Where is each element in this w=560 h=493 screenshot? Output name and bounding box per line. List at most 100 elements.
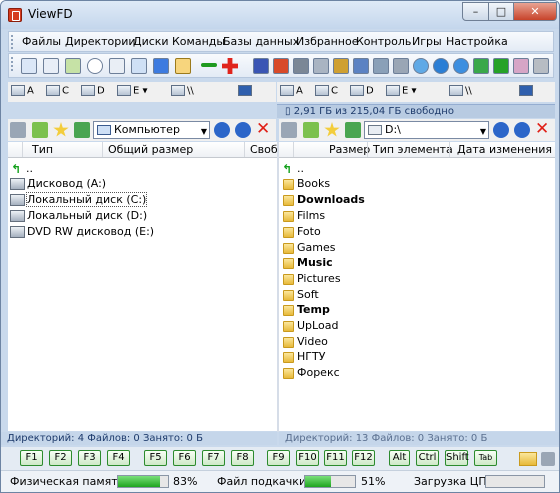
- menu-grip[interactable]: [11, 35, 14, 49]
- list-item[interactable]: Pictures: [281, 271, 551, 287]
- list-item[interactable]: UpLoad: [281, 318, 551, 334]
- back-icon[interactable]: [493, 122, 509, 138]
- close-tab-icon[interactable]: ✕: [535, 121, 551, 138]
- list-item[interactable]: Soft: [281, 287, 551, 303]
- ie-icon[interactable]: [433, 58, 449, 74]
- up-dir-icon[interactable]: [303, 122, 319, 138]
- title-bar[interactable]: ViewFD – □ ✕: [1, 1, 559, 29]
- f12-button[interactable]: F12: [352, 450, 375, 466]
- puzzle-icon[interactable]: [493, 58, 509, 74]
- left-drive-desktop[interactable]: [238, 85, 254, 100]
- shift-button[interactable]: Shift: [445, 450, 469, 466]
- close-button[interactable]: ✕: [513, 2, 557, 21]
- up-dir-icon[interactable]: [32, 122, 48, 138]
- minus-icon[interactable]: [201, 63, 217, 67]
- drive-icon[interactable]: [373, 58, 389, 74]
- f6-button[interactable]: F6: [173, 450, 196, 466]
- menu-files[interactable]: Файлы: [22, 35, 61, 48]
- thumbnails-icon[interactable]: [65, 58, 81, 74]
- star-icon[interactable]: [324, 122, 340, 137]
- media-icon[interactable]: [453, 58, 469, 74]
- network-icon[interactable]: [473, 58, 489, 74]
- right-drive-d[interactable]: D: [350, 85, 374, 100]
- menu-games[interactable]: Игры: [412, 35, 442, 48]
- list-item[interactable]: Локальный диск (D:): [10, 208, 270, 224]
- camera-icon[interactable]: [393, 58, 409, 74]
- right-drive-network[interactable]: \\: [449, 85, 472, 100]
- calculator-icon[interactable]: [533, 58, 549, 74]
- f2-button[interactable]: F2: [49, 450, 72, 466]
- list-item[interactable]: Temp: [281, 302, 551, 318]
- list-item[interactable]: Foto: [281, 224, 551, 240]
- back-icon[interactable]: [214, 122, 230, 138]
- quickview-icon[interactable]: [109, 58, 125, 74]
- tab-button[interactable]: Tab: [474, 450, 497, 466]
- col-date-modified[interactable]: Дата изменения: [457, 143, 552, 156]
- right-path-combo[interactable]: D:\ ▼: [364, 121, 489, 139]
- star-icon[interactable]: [53, 122, 69, 137]
- menu-favorites[interactable]: Избранное: [296, 35, 358, 48]
- col-total-size[interactable]: Общий размер: [108, 143, 193, 156]
- list-item[interactable]: Downloads: [281, 192, 551, 208]
- view-list-icon[interactable]: [21, 58, 37, 74]
- f7-button[interactable]: F7: [202, 450, 225, 466]
- col-item-type[interactable]: Тип элемента: [373, 143, 453, 156]
- f1-button[interactable]: F1: [20, 450, 43, 466]
- list-item[interactable]: Форекс: [281, 365, 551, 381]
- list-item-parent[interactable]: ↰..: [281, 161, 551, 177]
- f5-button[interactable]: F5: [144, 450, 167, 466]
- paint-icon[interactable]: [175, 58, 191, 74]
- alt-button[interactable]: Alt: [389, 450, 410, 466]
- f11-button[interactable]: F11: [324, 450, 347, 466]
- list-item[interactable]: Music: [281, 255, 551, 271]
- bulb-icon[interactable]: [87, 58, 103, 74]
- right-drive-e[interactable]: E ▾: [386, 85, 417, 100]
- copy-icon[interactable]: [541, 452, 555, 466]
- forward-icon[interactable]: [235, 122, 251, 138]
- right-drive-a[interactable]: A: [280, 85, 303, 100]
- left-drive-d[interactable]: D: [81, 85, 105, 100]
- refresh-icon[interactable]: [345, 122, 361, 138]
- list-item-parent[interactable]: ↰..: [10, 161, 270, 177]
- toolbar-grip[interactable]: [11, 57, 14, 71]
- menu-commands[interactable]: Команды: [172, 35, 225, 48]
- view-details-icon[interactable]: [43, 58, 59, 74]
- globe-icon[interactable]: [413, 58, 429, 74]
- list-item[interactable]: DVD RW дисковод (E:): [10, 224, 270, 240]
- f9-button[interactable]: F9: [267, 450, 290, 466]
- drive-select-icon[interactable]: [10, 122, 26, 138]
- menu-directories[interactable]: Директории: [65, 35, 136, 48]
- menu-databases[interactable]: Базы данных: [223, 35, 299, 48]
- menu-control[interactable]: Контроль: [356, 35, 411, 48]
- drive-select-icon[interactable]: [281, 122, 297, 138]
- list-item[interactable]: Books: [281, 176, 551, 192]
- col-size[interactable]: Размер: [329, 143, 370, 156]
- list-item[interactable]: Video: [281, 334, 551, 350]
- left-drive-e[interactable]: E ▾: [117, 85, 148, 100]
- list-item[interactable]: Дисковод (A:): [10, 176, 270, 192]
- bold-icon[interactable]: [153, 58, 169, 74]
- list-item[interactable]: Локальный диск (C:): [10, 192, 270, 208]
- close-tab-icon[interactable]: ✕: [256, 121, 272, 138]
- minimize-button[interactable]: –: [462, 2, 489, 21]
- f4-button[interactable]: F4: [107, 450, 130, 466]
- film-icon[interactable]: [273, 58, 289, 74]
- col-type[interactable]: Тип: [32, 143, 53, 156]
- list-item[interactable]: НГТУ: [281, 349, 551, 365]
- right-drive-c[interactable]: C: [315, 85, 338, 100]
- disk-icon[interactable]: [353, 58, 369, 74]
- cd-icon[interactable]: [313, 58, 329, 74]
- archive-icon[interactable]: [333, 58, 349, 74]
- compare-icon[interactable]: [131, 58, 147, 74]
- f3-button[interactable]: F3: [78, 450, 101, 466]
- music-icon[interactable]: [253, 58, 269, 74]
- right-drive-desktop[interactable]: [519, 85, 535, 100]
- menu-settings[interactable]: Настройка: [446, 35, 508, 48]
- left-drive-c[interactable]: C: [46, 85, 69, 100]
- f10-button[interactable]: F10: [296, 450, 319, 466]
- refresh-icon[interactable]: [74, 122, 90, 138]
- chevron-down-icon[interactable]: ▼: [480, 124, 486, 140]
- plus-icon[interactable]: [222, 58, 238, 74]
- left-drive-network[interactable]: \\: [171, 85, 194, 100]
- maximize-button[interactable]: □: [488, 2, 514, 21]
